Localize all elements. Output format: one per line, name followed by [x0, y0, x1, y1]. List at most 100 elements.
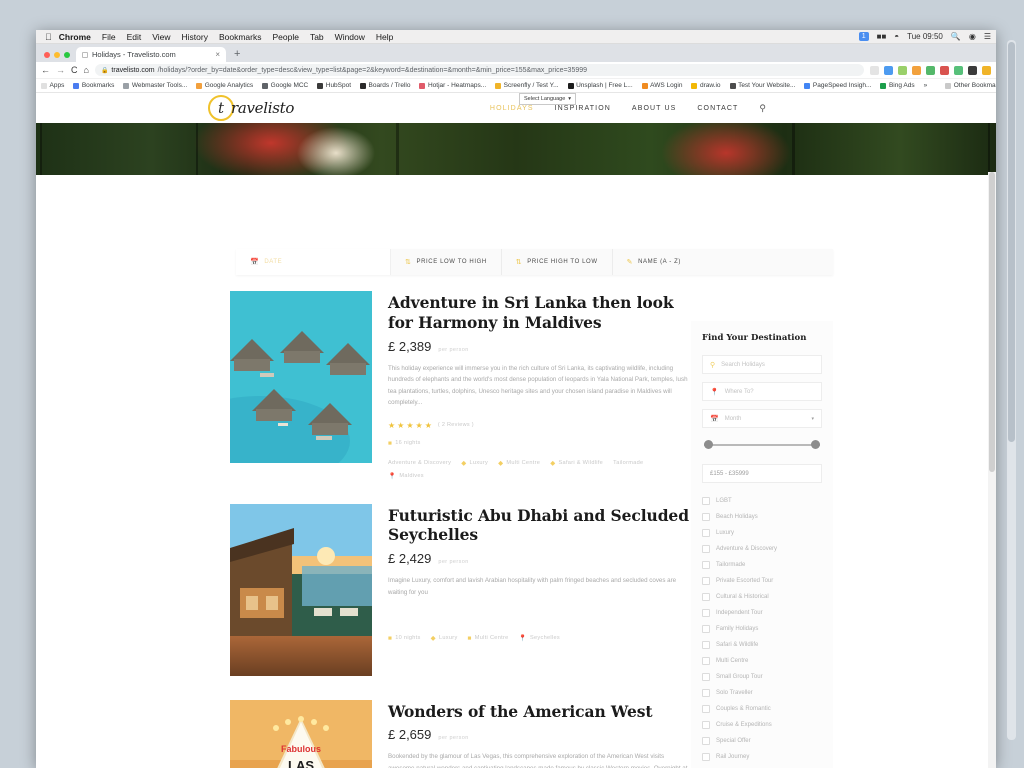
minimize-window-button[interactable]	[54, 52, 60, 58]
chevron-down-icon[interactable]: ▾	[811, 416, 814, 422]
checkbox-icon[interactable]	[702, 721, 710, 729]
slider-handle-min[interactable]	[704, 440, 713, 449]
extension-icon-5[interactable]	[940, 65, 949, 75]
result-thumbnail[interactable]	[230, 503, 372, 676]
result-tag[interactable]: ◆ Luxury	[431, 634, 458, 642]
bookmark-google-analytics[interactable]: Google Analytics	[196, 82, 253, 89]
bookmark-webmaster-tools[interactable]: Webmaster Tools...	[123, 82, 187, 89]
site-logo[interactable]: t ravelisto	[208, 95, 294, 121]
result-tag[interactable]: ◆ Multi Centre	[498, 459, 540, 467]
bookmark-drawio[interactable]: draw.io	[691, 82, 721, 89]
filter-rail-journey[interactable]: Rail Journey	[702, 749, 822, 765]
checkbox-icon[interactable]	[702, 753, 710, 761]
menu-item-window[interactable]: Window	[335, 32, 365, 42]
checkbox-icon[interactable]	[702, 705, 710, 713]
checkbox-icon[interactable]	[702, 545, 710, 553]
result-title[interactable]: Adventure in Sri Lanka then look for Har…	[388, 293, 690, 333]
filter-lgbt[interactable]: LGBT	[702, 493, 822, 509]
sort-option-date[interactable]: 📅 DATE	[236, 249, 391, 275]
filter-private-escorted-tour[interactable]: Private Escorted Tour	[702, 573, 822, 589]
extension-icon-4[interactable]	[926, 65, 935, 75]
bookmark-pagespeed[interactable]: PageSpeed Insigh...	[804, 82, 871, 89]
filter-couples-romantic[interactable]: Couples & Romantic	[702, 701, 822, 717]
checkbox-icon[interactable]	[702, 689, 710, 697]
spotlight-icon[interactable]: 🔍	[951, 32, 961, 41]
checkbox-icon[interactable]	[702, 577, 710, 585]
list-icon[interactable]: ☰	[984, 32, 991, 41]
month-select[interactable]: 📅 Month ▾	[702, 409, 822, 428]
bookmarks-overflow-button[interactable]: »	[924, 82, 928, 89]
extension-icon-6[interactable]	[954, 65, 963, 75]
sort-option-price-high-low[interactable]: ⇅ PRICE HIGH TO LOW	[502, 249, 613, 275]
reload-icon[interactable]: C	[71, 65, 78, 75]
menu-item-chrome[interactable]: Chrome	[59, 32, 91, 42]
menu-item-history[interactable]: History	[182, 32, 208, 42]
checkbox-icon[interactable]	[702, 609, 710, 617]
filter-small-group-tour[interactable]: Small Group Tour	[702, 669, 822, 685]
price-range-input[interactable]: £155 - £35999	[702, 464, 822, 483]
clock-label[interactable]: Tue 09:50	[907, 32, 943, 41]
bookmark-unsplash[interactable]: Unsplash | Free L...	[567, 82, 633, 89]
menu-item-edit[interactable]: Edit	[127, 32, 142, 42]
result-title[interactable]: Futuristic Abu Dhabi and Secluded Seyche…	[388, 506, 690, 546]
home-icon[interactable]: ⌂	[84, 65, 89, 75]
desktop-scrollbar[interactable]	[1007, 40, 1016, 740]
result-tag[interactable]: Adventure & Discovery	[388, 460, 451, 466]
checkbox-icon[interactable]	[702, 561, 710, 569]
bookmark-hubspot[interactable]: HubSpot	[317, 82, 351, 89]
page-scrollbar[interactable]	[988, 172, 996, 768]
bookmark-screenfly[interactable]: Screenfly / Test Y...	[495, 82, 559, 89]
menu-item-help[interactable]: Help	[376, 32, 393, 42]
filter-luxury[interactable]: Luxury	[702, 525, 822, 541]
bookmark-trello[interactable]: Boards / Trello	[360, 82, 410, 89]
sort-option-price-low-high[interactable]: ⇅ PRICE LOW TO HIGH	[391, 249, 502, 275]
profile-avatar-icon[interactable]	[968, 65, 977, 75]
notification-badge[interactable]: 1	[858, 32, 869, 41]
maximize-window-button[interactable]	[64, 52, 70, 58]
nav-item-about-us[interactable]: ABOUT US	[632, 105, 676, 112]
page-scrollbar-thumb[interactable]	[989, 172, 995, 472]
control-center-icon[interactable]: ◉	[969, 32, 976, 41]
filter-cruise-expeditions[interactable]: Cruise & Expeditions	[702, 717, 822, 733]
bookmark-bookmarks[interactable]: Bookmarks	[73, 82, 114, 89]
nav-item-contact[interactable]: CONTACT	[697, 105, 738, 112]
price-range-slider[interactable]	[704, 440, 820, 450]
menu-item-tab[interactable]: Tab	[310, 32, 324, 42]
result-card[interactable]: Adventure in Sri Lanka then look for Har…	[230, 291, 690, 480]
filter-multi-centre[interactable]: Multi Centre	[702, 653, 822, 669]
address-bar[interactable]: 🔒 travelisto.com/holidays/?order_by=date…	[94, 64, 864, 76]
nav-item-inspiration[interactable]: INSPIRATION	[555, 105, 611, 112]
result-title[interactable]: Wonders of the American West	[388, 702, 690, 722]
menu-item-people[interactable]: People	[272, 32, 298, 42]
result-card[interactable]: Futuristic Abu Dhabi and Secluded Seyche…	[230, 503, 690, 676]
menu-item-file[interactable]: File	[102, 32, 116, 42]
filter-safari-wildlife[interactable]: Safari & Wildlife	[702, 637, 822, 653]
chrome-menu-icon[interactable]	[982, 65, 991, 75]
filter-tailormade[interactable]: Tailormade	[702, 557, 822, 573]
bookmark-aws-login[interactable]: AWS Login	[641, 82, 682, 89]
desktop-scrollbar-thumb[interactable]	[1008, 42, 1015, 442]
close-window-button[interactable]	[44, 52, 50, 58]
result-tag[interactable]: Tailormade	[613, 460, 643, 466]
checkbox-icon[interactable]	[702, 673, 710, 681]
result-destination[interactable]: 📍 Seychelles	[519, 634, 560, 642]
filter-adventure-discovery[interactable]: Adventure & Discovery	[702, 541, 822, 557]
result-destination[interactable]: 📍 Maldives	[388, 472, 424, 480]
extension-icon-1[interactable]	[884, 65, 893, 75]
filter-special-offer[interactable]: Special Offer	[702, 733, 822, 749]
search-holidays-input[interactable]: ⚲ Search Holidays	[702, 355, 822, 374]
search-icon[interactable]: ⚲	[759, 103, 766, 114]
result-thumbnail[interactable]	[230, 291, 372, 463]
result-tag[interactable]: ◆ Luxury	[461, 459, 488, 467]
forward-icon[interactable]: →	[56, 65, 65, 75]
back-icon[interactable]: ←	[41, 65, 50, 75]
wifi-icon[interactable]: ◓	[894, 32, 899, 41]
bookmark-google-mcc[interactable]: Google MCC	[262, 82, 308, 89]
star-icon[interactable]	[870, 65, 879, 75]
menu-item-view[interactable]: View	[152, 32, 170, 42]
slider-handle-max[interactable]	[811, 440, 820, 449]
checkbox-icon[interactable]	[702, 641, 710, 649]
checkbox-icon[interactable]	[702, 593, 710, 601]
nav-item-holidays[interactable]: HOLIDAYS	[490, 105, 534, 112]
checkbox-icon[interactable]	[702, 497, 710, 505]
